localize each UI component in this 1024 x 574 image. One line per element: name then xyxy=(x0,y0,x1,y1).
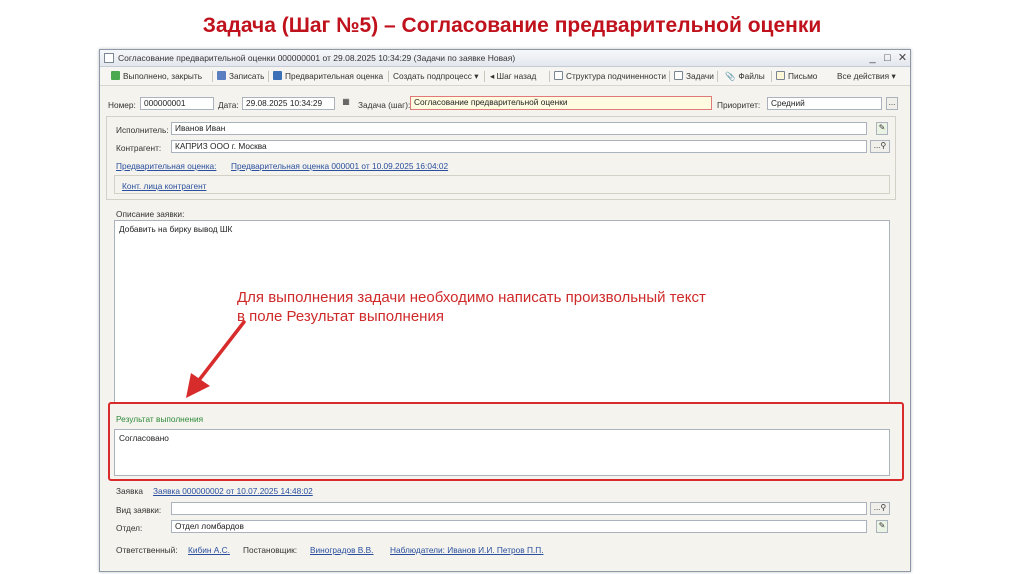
envelope-icon xyxy=(776,71,785,80)
date-field[interactable]: 29.08.2025 10:34:29 xyxy=(242,97,335,110)
result-label: Результат выполнения xyxy=(116,414,204,424)
toolbar-separator xyxy=(669,71,670,82)
annotation-arrow-icon xyxy=(186,320,246,398)
toolbar-separator xyxy=(549,71,550,82)
request-type-label: Вид заявки: xyxy=(116,505,162,515)
toolbar: Выполнено, закрыть Записать Предваритель… xyxy=(100,67,910,86)
observers-link[interactable]: Наблюдатели: Иванов И.И. Петров П.П. xyxy=(390,545,544,555)
annotation-line-2: в поле Результат выполнения xyxy=(237,308,444,325)
task-step-label: Задача (шаг): xyxy=(358,100,411,110)
calendar-icon[interactable]: ▦ xyxy=(340,97,352,110)
table-icon xyxy=(273,71,282,80)
dept-edit-pencil-icon[interactable]: ✎ xyxy=(876,520,888,533)
toolbar-separator xyxy=(771,71,772,82)
preliminary-estimate-label-link[interactable]: Предварительная оценка: xyxy=(116,161,216,171)
priority-field[interactable]: Средний xyxy=(767,97,882,110)
executor-label: Исполнитель: xyxy=(116,125,169,135)
tasks-label: Задачи xyxy=(686,71,714,81)
responsible-link[interactable]: Кибин А.С. xyxy=(188,545,230,555)
structure-button[interactable]: Структура подчиненности xyxy=(554,70,666,83)
done-close-label: Выполнено, закрыть xyxy=(123,71,203,81)
responsible-label: Ответственный: xyxy=(116,545,178,555)
tasks-icon xyxy=(674,71,683,80)
step-back-button[interactable]: ◂ Шаг назад xyxy=(490,70,536,83)
close-button[interactable]: ✕ xyxy=(896,51,909,65)
preliminary-estimate-link[interactable]: Предварительная оценка 000001 от 10.09.2… xyxy=(231,161,448,171)
result-textarea[interactable]: Согласовано xyxy=(114,429,890,476)
dept-field[interactable]: Отдел ломбардов xyxy=(171,520,867,533)
contractor-search-button[interactable]: ...⚲ xyxy=(870,140,890,153)
paperclip-icon: 📎 xyxy=(725,71,736,81)
create-subprocess-button[interactable]: Создать подпроцесс ▾ xyxy=(393,70,478,83)
save-button[interactable]: Записать xyxy=(217,70,264,83)
toolbar-separator xyxy=(484,71,485,82)
toolbar-separator xyxy=(717,71,718,82)
window-titlebar: Согласование предварительной оценки 0000… xyxy=(100,50,910,67)
dept-label: Отдел: xyxy=(116,523,143,533)
request-type-field[interactable] xyxy=(171,502,867,515)
letter-button[interactable]: Письмо xyxy=(776,70,817,83)
description-label: Описание заявки: xyxy=(116,209,185,219)
contractor-field[interactable]: КАПРИЗ ООО г. Москва xyxy=(171,140,867,153)
annotation-line-1: Для выполнения задачи необходимо написат… xyxy=(237,289,706,306)
toolbar-separator xyxy=(268,71,269,82)
contacts-link[interactable]: Конт. лица контрагент xyxy=(122,181,206,191)
number-field[interactable]: 000000001 xyxy=(140,97,214,110)
maximize-button[interactable]: □ xyxy=(881,51,894,65)
executor-field[interactable]: Иванов Иван xyxy=(171,122,867,135)
request-label: Заявка xyxy=(116,486,143,496)
files-button[interactable]: 📎 Файлы xyxy=(725,70,765,83)
files-label: Файлы xyxy=(738,71,765,81)
toolbar-separator xyxy=(388,71,389,82)
structure-icon xyxy=(554,71,563,80)
save-label: Записать xyxy=(229,71,265,81)
priority-choose-button[interactable]: ... xyxy=(886,97,898,110)
setter-label: Постановщик: xyxy=(243,545,298,555)
priority-label: Приоритет: xyxy=(717,100,761,110)
slide-title: Задача (Шаг №5) – Согласование предварит… xyxy=(202,14,822,37)
date-label: Дата: xyxy=(218,100,239,110)
preliminary-estimate-label: Предварительная оценка xyxy=(285,71,384,81)
tasks-button[interactable]: Задачи xyxy=(674,70,714,83)
instruction-annotation: Для выполнения задачи необходимо написат… xyxy=(237,288,797,326)
request-link[interactable]: Заявка 000000002 от 10.07.2025 14:48:02 xyxy=(153,486,313,496)
check-icon xyxy=(111,71,120,80)
letter-label: Письмо xyxy=(788,71,818,81)
window-title: Согласование предварительной оценки 0000… xyxy=(118,53,516,63)
contacts-group xyxy=(114,175,890,194)
contractor-label: Контрагент: xyxy=(116,143,162,153)
all-actions-button[interactable]: Все действия ▾ xyxy=(837,70,896,83)
toolbar-separator xyxy=(212,71,213,82)
preliminary-estimate-button[interactable]: Предварительная оценка xyxy=(273,70,383,83)
number-label: Номер: xyxy=(108,100,136,110)
edit-pencil-icon[interactable]: ✎ xyxy=(876,122,888,135)
setter-link[interactable]: Виноградов В.В. xyxy=(310,545,373,555)
request-type-search-button[interactable]: ...⚲ xyxy=(870,502,890,515)
done-close-button[interactable]: Выполнено, закрыть xyxy=(111,70,202,83)
task-step-field[interactable]: Согласование предварительной оценки xyxy=(410,96,712,110)
structure-label: Структура подчиненности xyxy=(566,71,666,81)
document-icon xyxy=(104,53,114,63)
save-icon xyxy=(217,71,226,80)
minimize-button[interactable]: _ xyxy=(866,51,879,65)
